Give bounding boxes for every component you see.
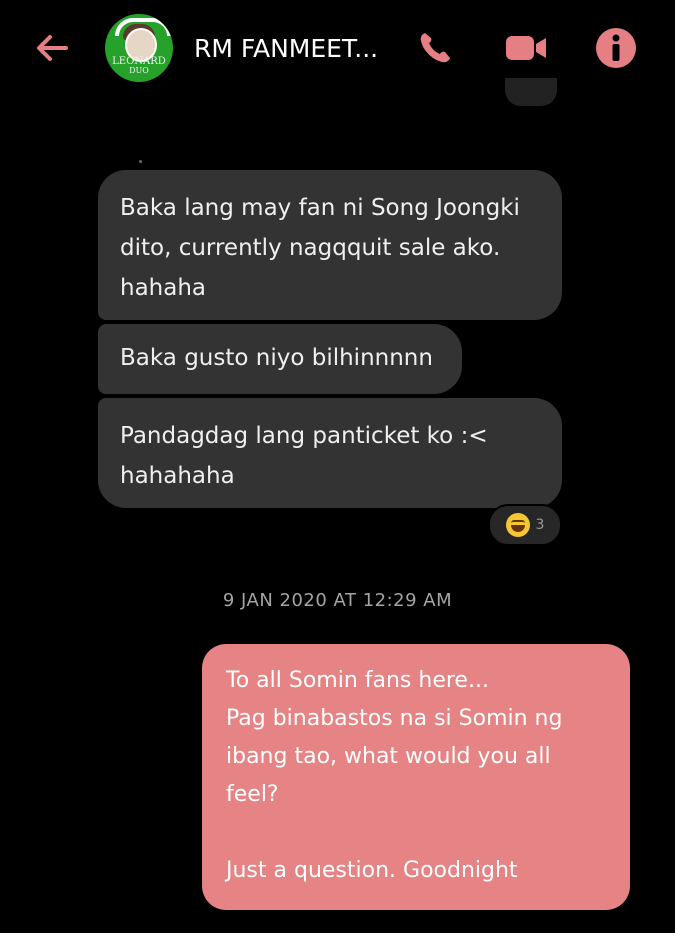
video-call-button[interactable] <box>502 24 550 72</box>
info-button[interactable] <box>592 24 640 72</box>
message-line: feel? <box>226 782 279 807</box>
message-line: Baka lang may fan ni Song Joongki <box>120 195 520 221</box>
outgoing-message[interactable]: To all Somin fans here... Pag binabastos… <box>202 644 630 910</box>
reaction-count: 3 <box>535 517 545 533</box>
chat-header: LEONARD DUO RM FANMEET... <box>0 0 675 96</box>
message-line: Pandagdag lang panticket ko :< <box>120 423 488 449</box>
info-icon <box>596 28 636 68</box>
chat-title[interactable]: RM FANMEET... <box>194 34 394 63</box>
read-indicator <box>139 160 142 163</box>
message-line: Pag binabastos na si Somin ng <box>226 706 563 731</box>
reaction-badge[interactable]: 3 <box>488 504 562 546</box>
back-button[interactable] <box>28 24 76 72</box>
group-avatar[interactable]: LEONARD DUO <box>105 14 173 82</box>
incoming-message[interactable]: Baka lang may fan ni Song Joongki dito, … <box>98 170 562 320</box>
laughing-emoji-icon <box>505 513 530 537</box>
phone-icon <box>420 33 450 63</box>
message-line: To all Somin fans here... <box>226 668 489 693</box>
incoming-message[interactable]: Pandagdag lang panticket ko :< hahahaha <box>98 398 562 508</box>
video-camera-icon <box>506 36 546 60</box>
avatar-caption-small: DUO <box>129 66 149 75</box>
message-line: hahahaha <box>120 463 235 489</box>
message-line: Just a question. Goodnight <box>226 858 518 883</box>
message-line: hahaha <box>120 275 207 301</box>
call-button[interactable] <box>411 24 459 72</box>
incoming-message[interactable]: Baka gusto niyo bilhinnnnn <box>98 324 462 394</box>
back-arrow-icon <box>37 35 68 61</box>
message-line: Baka gusto niyo bilhinnnnn <box>120 345 433 371</box>
message-line: dito, currently nagqquit sale ako. <box>120 235 501 261</box>
previous-message-edge <box>505 78 557 106</box>
message-timestamp: 9 JAN 2020 AT 12:29 AM <box>222 590 453 611</box>
message-line: ibang tao, what would you all <box>226 744 551 769</box>
